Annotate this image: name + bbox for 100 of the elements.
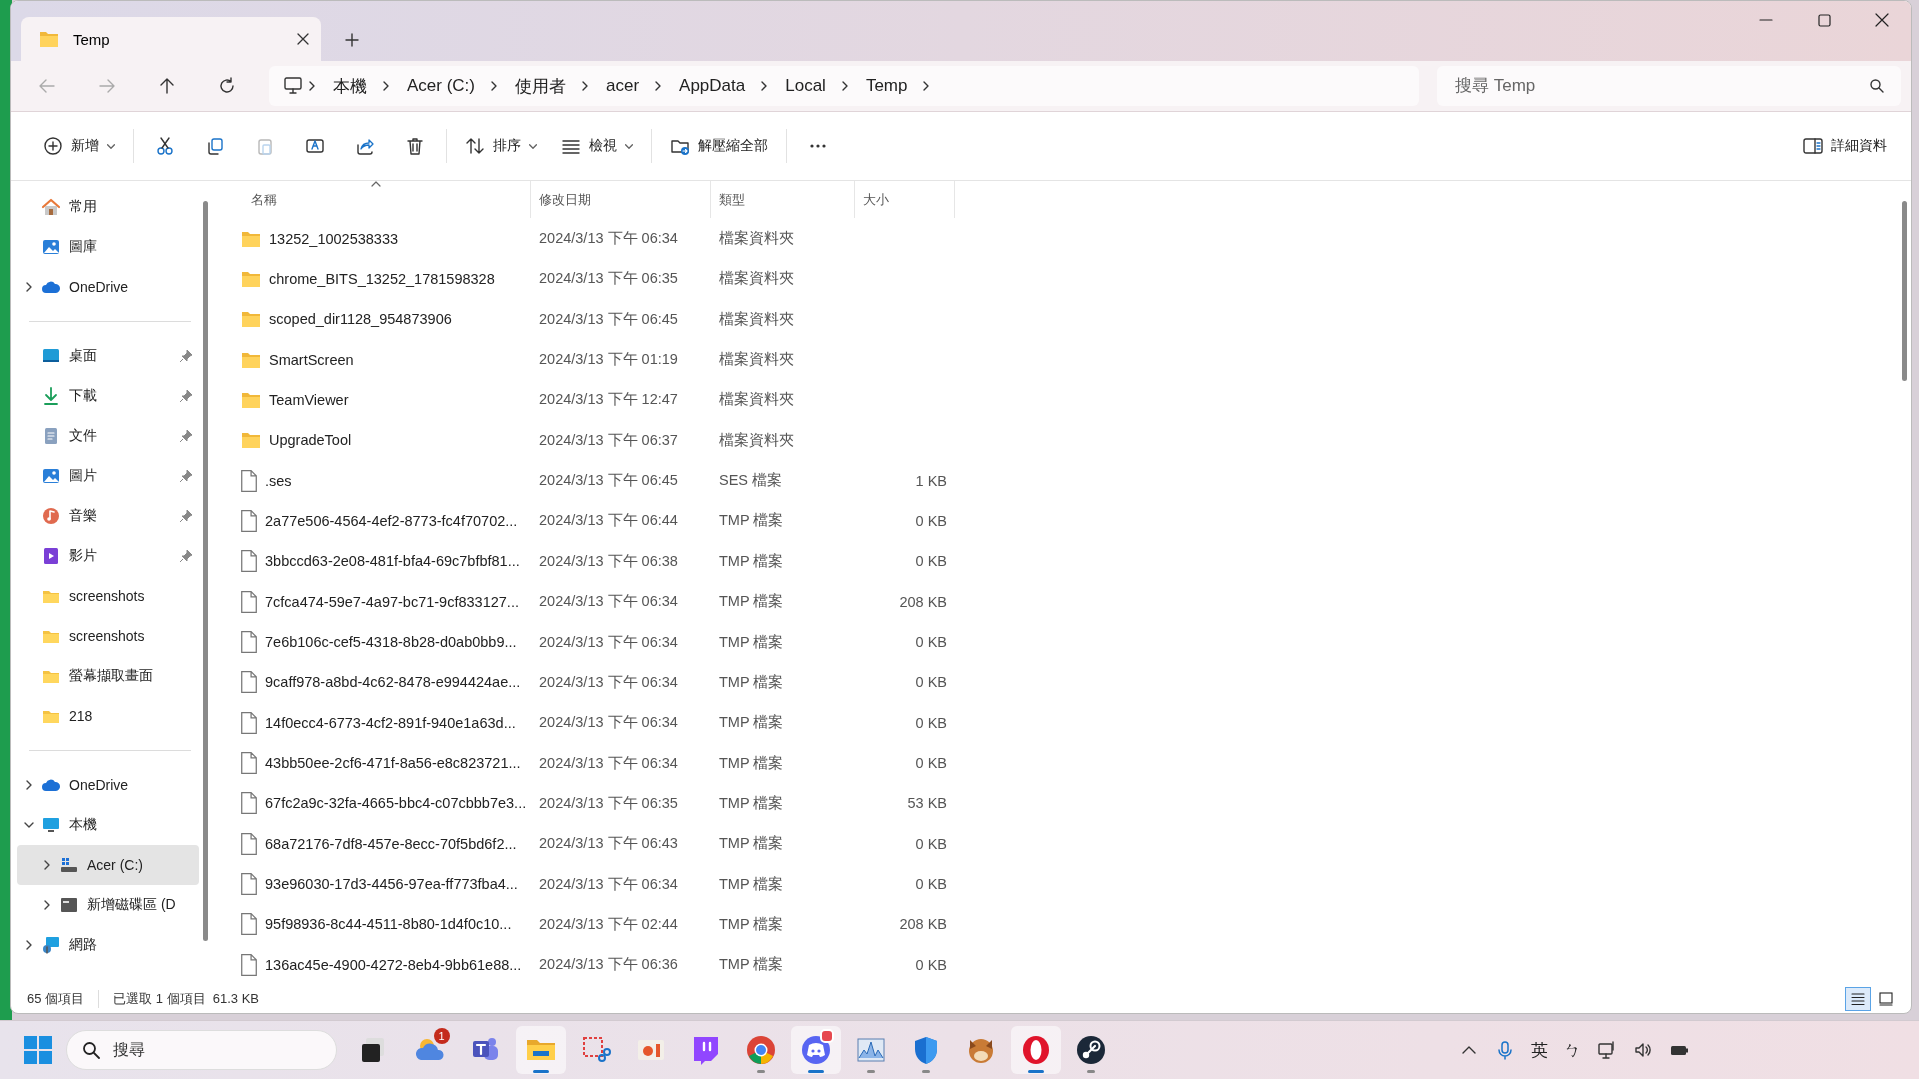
file-name[interactable]: SmartScreen bbox=[269, 351, 354, 368]
column-header[interactable]: 修改日期 bbox=[531, 181, 711, 219]
microphone-icon[interactable] bbox=[1495, 1040, 1515, 1060]
file-name[interactable]: TeamViewer bbox=[269, 391, 349, 408]
input-mode-indicator[interactable]: ㄅ bbox=[1564, 1038, 1581, 1062]
file-name[interactable]: 67fc2a9c-32fa-4665-bbc4-c07cbbb7e3... bbox=[265, 795, 527, 812]
close-icon[interactable] bbox=[1875, 13, 1889, 27]
file-size: 0 KB bbox=[914, 755, 948, 772]
running-indicator bbox=[866, 1070, 875, 1073]
sidebar-item[interactable]: screenshots bbox=[17, 576, 199, 616]
chevron-down-icon[interactable] bbox=[24, 820, 34, 830]
file-name[interactable]: 7e6b106c-cef5-4318-8b28-d0ab0bb9... bbox=[265, 634, 517, 650]
sidebar-item[interactable]: 影片 bbox=[17, 536, 199, 576]
file-name[interactable]: 3bbccd63-2e08-481f-bfa4-69c7bfbf81... bbox=[265, 553, 520, 570]
file-name[interactable]: 2a77e506-4564-4ef2-8773-fc4f70702... bbox=[265, 512, 518, 529]
file-name[interactable]: 7cfca474-59e7-4a97-bc71-9cf833127... bbox=[265, 593, 519, 610]
up-arrow-icon[interactable] bbox=[159, 77, 175, 95]
taskbar-button[interactable]: 1 bbox=[405, 1026, 456, 1074]
column-header[interactable]: 大小 bbox=[855, 181, 955, 219]
sidebar-item[interactable]: 新增磁碟區 (D bbox=[17, 885, 199, 925]
tab[interactable]: Temp bbox=[21, 17, 321, 61]
chevron-right-icon[interactable] bbox=[582, 81, 590, 91]
sidebar-item[interactable]: OneDrive bbox=[17, 267, 199, 307]
house-icon bbox=[41, 197, 61, 217]
file-name[interactable]: 14f0ecc4-6773-4cf2-891f-940e1a63d... bbox=[265, 714, 516, 731]
file-icon bbox=[241, 590, 257, 613]
chevron-right-icon[interactable] bbox=[24, 780, 34, 790]
column-header[interactable]: 類型 bbox=[711, 181, 855, 219]
sidebar-item[interactable]: 文件 bbox=[17, 416, 199, 456]
computer-icon[interactable] bbox=[283, 77, 303, 95]
refresh-icon[interactable] bbox=[218, 77, 236, 95]
sidebar-item[interactable]: OneDrive bbox=[17, 765, 199, 805]
network-icon[interactable] bbox=[1597, 1040, 1617, 1060]
toolbar-button[interactable]: 解壓縮全部 bbox=[658, 126, 780, 166]
sidebar-item[interactable]: 音樂 bbox=[17, 496, 199, 536]
address-bar[interactable]: 本機 Acer (C:) 使用者 acer AppData Local Temp bbox=[269, 66, 1419, 106]
sidebar-item[interactable]: 圖庫 bbox=[17, 227, 199, 267]
breadcrumb-item[interactable]: acer bbox=[596, 72, 650, 100]
chevron-right-icon[interactable] bbox=[383, 81, 391, 91]
breadcrumb-item[interactable]: 使用者 bbox=[505, 70, 576, 102]
scrollbar[interactable] bbox=[1902, 201, 1907, 381]
sidebar-item[interactable]: 常用 bbox=[17, 187, 199, 227]
toolbar-menu-button[interactable]: 檢視 bbox=[549, 126, 645, 166]
sidebar-item[interactable]: screenshots bbox=[17, 616, 199, 656]
pin-icon bbox=[179, 549, 193, 563]
pin-icon bbox=[179, 509, 193, 523]
file-name[interactable]: 13252_1002538333 bbox=[269, 230, 399, 247]
toolbar-menu-button[interactable]: 排序 bbox=[453, 126, 549, 166]
input-mode-indicator[interactable]: 英 bbox=[1531, 1038, 1548, 1062]
sidebar-item[interactable]: 螢幕擷取畫面 bbox=[17, 656, 199, 696]
chevron-right-icon[interactable] bbox=[42, 900, 52, 910]
chevron-right-icon[interactable] bbox=[24, 940, 34, 950]
details-pane-button[interactable]: 詳細資料 bbox=[1791, 126, 1899, 166]
start-icon[interactable] bbox=[24, 1036, 52, 1064]
close-icon[interactable] bbox=[297, 33, 309, 45]
file-name[interactable]: 68a72176-7df8-457e-8ecc-70f5bd6f2... bbox=[265, 835, 517, 852]
file-name[interactable]: UpgradeTool bbox=[269, 432, 352, 449]
file-type: 檔案資料夾 bbox=[718, 309, 795, 329]
drive-icon bbox=[59, 855, 79, 875]
breadcrumb-item[interactable]: AppData bbox=[669, 72, 756, 100]
file-name[interactable]: .ses bbox=[265, 472, 292, 489]
chevron-right-icon[interactable] bbox=[24, 282, 34, 292]
breadcrumb-item[interactable]: Temp bbox=[855, 72, 918, 100]
sidebar-item[interactable]: 網路 bbox=[17, 925, 199, 965]
search-field[interactable]: 搜尋 Temp bbox=[1437, 66, 1901, 106]
chevron-right-icon[interactable] bbox=[841, 81, 850, 91]
maximize-icon[interactable] bbox=[1817, 13, 1831, 27]
pin-icon bbox=[179, 469, 193, 483]
column-header[interactable]: 名稱 bbox=[211, 181, 531, 219]
file-name[interactable]: 93e96030-17d3-4456-97ea-ff773fba4... bbox=[265, 876, 518, 893]
file-name[interactable]: 95f98936-8c44-4511-8b80-1d4f0c10... bbox=[265, 916, 512, 933]
breadcrumb-item[interactable]: 本機 bbox=[323, 70, 377, 102]
file-icon bbox=[241, 792, 257, 815]
chevron-right-icon[interactable] bbox=[42, 860, 52, 870]
details-view-button[interactable] bbox=[1845, 987, 1871, 1011]
scrollbar[interactable] bbox=[202, 201, 208, 941]
toolbar-menu-button[interactable]: 新增 bbox=[31, 126, 127, 166]
file-name[interactable]: 43bb50ee-2cf6-471f-8a56-e8c823721... bbox=[265, 755, 521, 772]
sidebar-item[interactable]: Acer (C:) bbox=[17, 845, 199, 885]
sidebar-item[interactable]: 下載 bbox=[17, 376, 199, 416]
image-icon bbox=[41, 466, 61, 486]
file-name[interactable]: chrome_BITS_13252_1781598328 bbox=[269, 270, 495, 287]
search-icon[interactable] bbox=[1869, 78, 1885, 94]
breadcrumb-item[interactable]: Local bbox=[775, 72, 836, 100]
pin-icon bbox=[179, 349, 193, 363]
taskbar-search[interactable]: 搜尋 bbox=[66, 1030, 337, 1070]
computer-icon bbox=[41, 815, 61, 835]
sidebar-item[interactable]: 218 bbox=[17, 696, 199, 736]
file-name[interactable]: 136ac45e-4900-4272-8eb4-9bb61e88... bbox=[265, 956, 522, 973]
file-name[interactable]: scoped_dir1128_954873906 bbox=[269, 311, 452, 328]
sidebar-item[interactable]: 本機 bbox=[17, 805, 199, 845]
file-type: 檔案資料夾 bbox=[718, 350, 795, 370]
chevron-right-icon[interactable] bbox=[491, 81, 499, 91]
sidebar-item[interactable]: 桌面 bbox=[17, 336, 199, 376]
breadcrumb-item[interactable]: Acer (C:) bbox=[397, 72, 485, 100]
chevron-right-icon[interactable] bbox=[309, 81, 317, 91]
folder-icon bbox=[241, 351, 261, 368]
sidebar-item[interactable]: 圖片 bbox=[17, 456, 199, 496]
add-tab-icon[interactable] bbox=[345, 33, 359, 47]
file-name[interactable]: 9caff978-a8bd-4c62-8478-e994424ae... bbox=[265, 674, 521, 691]
